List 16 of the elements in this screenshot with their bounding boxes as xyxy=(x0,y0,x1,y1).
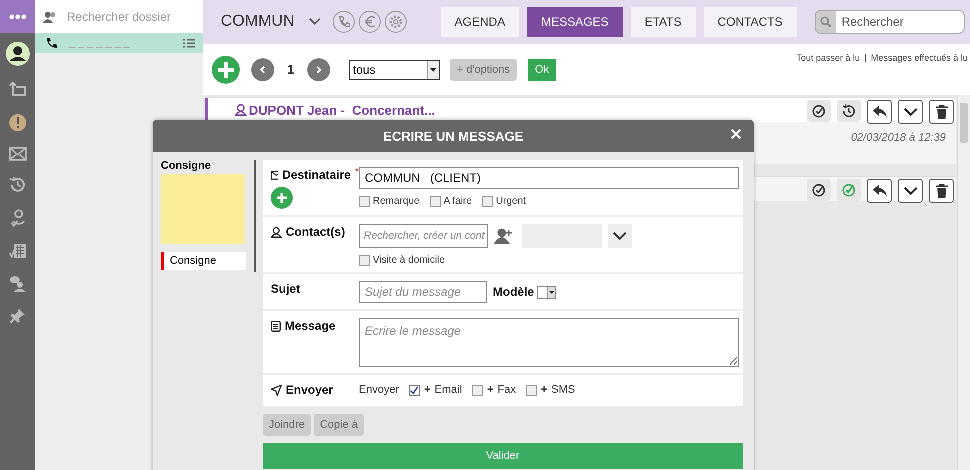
send-prefix: Envoyer xyxy=(359,384,400,396)
message-label: Message xyxy=(285,319,336,333)
page-number: 1 xyxy=(286,62,296,77)
send-label: Envoyer xyxy=(286,383,334,397)
dialog-title: ECRIRE UN MESSAGE xyxy=(383,128,524,144)
instruction-heading: Consigne xyxy=(161,160,212,172)
search-placeholder: Rechercher xyxy=(840,15,904,29)
message-title: DUPONT Jean - Concernant... xyxy=(249,102,436,118)
subject-label: Sujet xyxy=(271,282,300,296)
folder-number: _ _ _ _ _ _ _ xyxy=(69,37,132,49)
template-label: Modèle xyxy=(493,285,534,299)
message-date: 02/03/2018 à 12:39 xyxy=(851,132,946,144)
required-mark: * xyxy=(355,167,359,178)
contact-label: Contact(s) xyxy=(286,225,346,239)
search-placeholder: Rechercher dossier xyxy=(67,10,172,24)
recipient-label: Destinataire xyxy=(282,168,352,182)
